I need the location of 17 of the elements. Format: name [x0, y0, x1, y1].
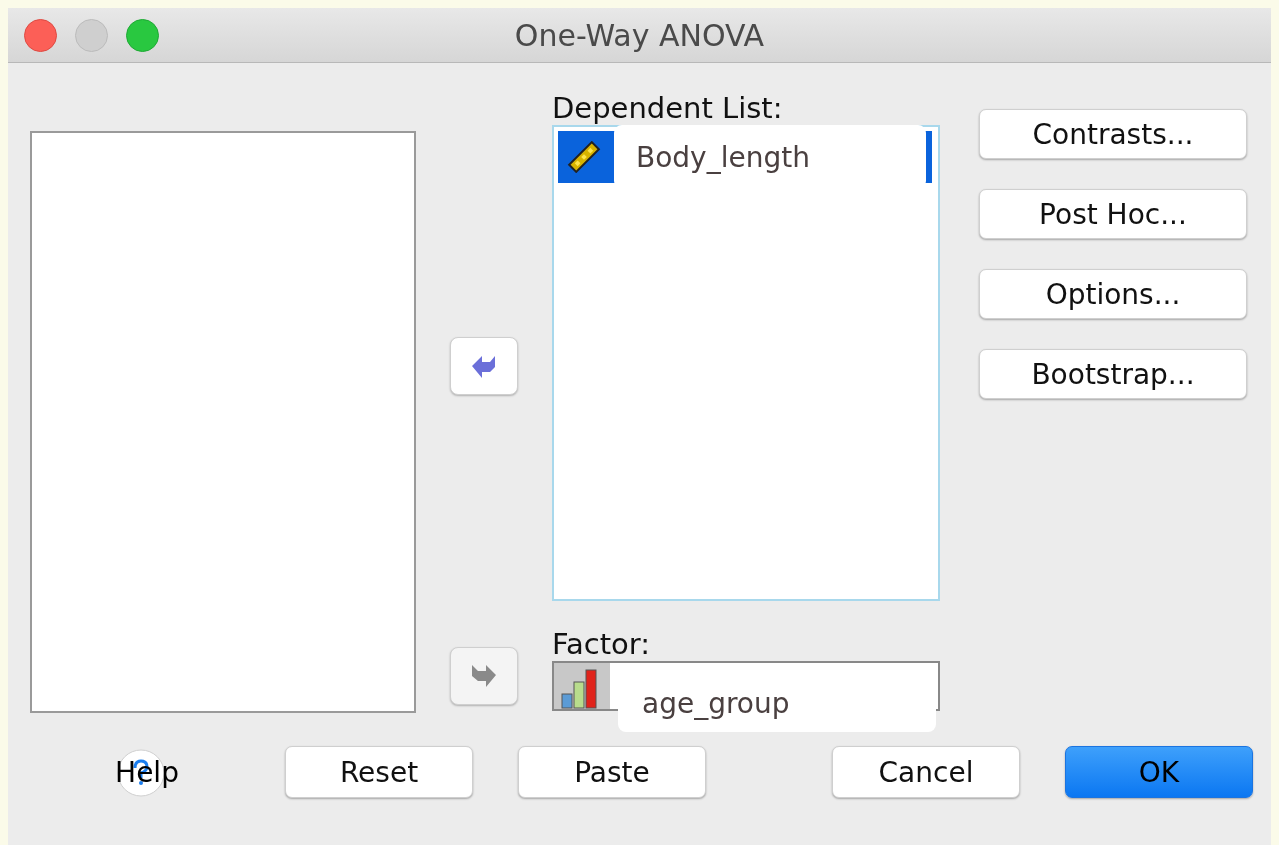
dialog-button[interactable]: Reset	[285, 746, 473, 798]
dialog-button[interactable]: Options...	[979, 269, 1247, 319]
close-button[interactable]	[24, 18, 57, 52]
dialog-button[interactable]: Paste	[518, 746, 706, 798]
list-label: Dependent List:	[552, 91, 784, 125]
help-button[interactable]: Help	[104, 746, 190, 798]
zoom-button[interactable]	[126, 18, 159, 52]
dialog-button[interactable]: Contrasts...	[979, 109, 1247, 159]
dialog-button[interactable]: Cancel	[832, 746, 1020, 798]
ok-button[interactable]: OK	[1065, 746, 1253, 798]
factor-label: Factor:	[552, 627, 652, 661]
window-title: One-Way ANOVA	[514, 17, 765, 53]
dependent-list[interactable]: Body_length	[552, 125, 940, 601]
bar-chart-icon	[560, 668, 598, 709]
dialog-button[interactable]: Bootstrap...	[979, 349, 1247, 399]
dialog-button[interactable]: Post Hoc...	[979, 189, 1247, 239]
move-button[interactable]	[450, 337, 518, 395]
